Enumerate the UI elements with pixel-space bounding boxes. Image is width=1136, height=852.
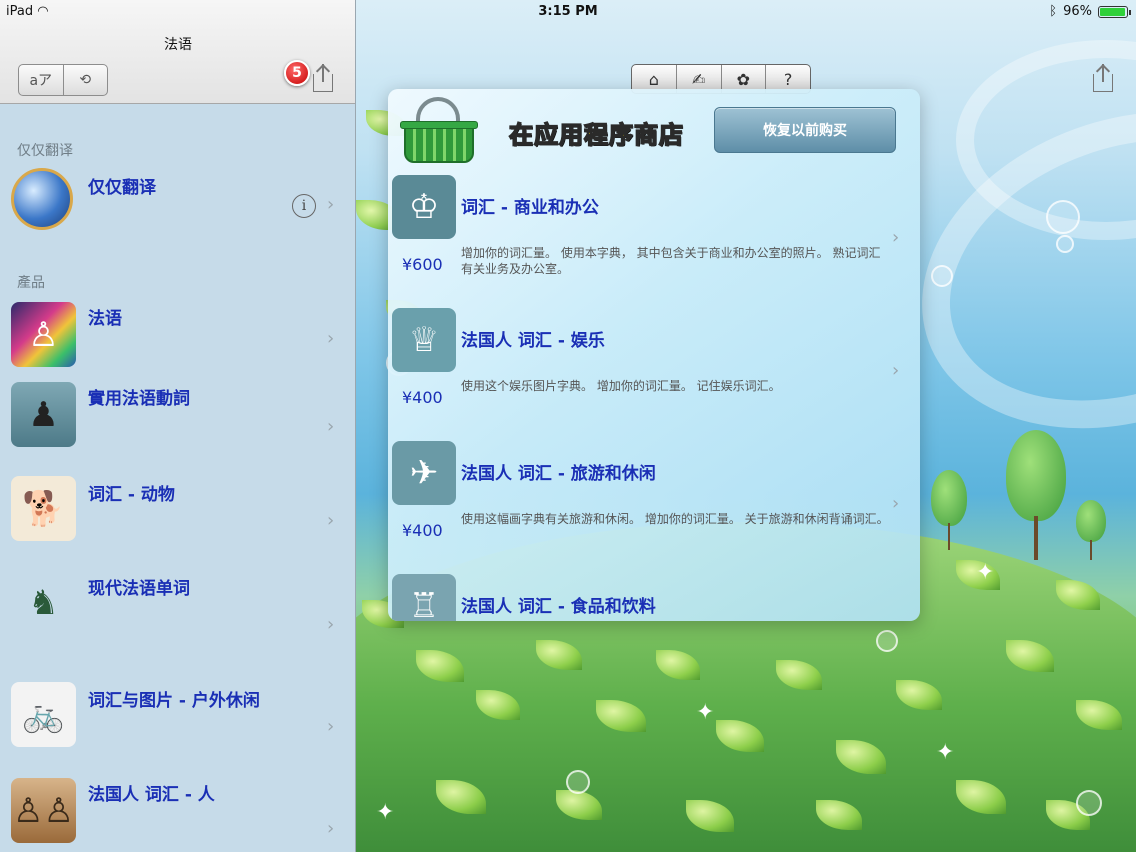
product-price: ¥400 [402, 521, 443, 540]
list-item-label: 词汇与图片 - 户外休闲 [88, 691, 260, 711]
list-item[interactable]: 🐕 词汇 - 动物 › [0, 476, 355, 546]
store-popover: 在应用程序商店 恢复以前购买 ♔ 词汇 - 商业和办公 ¥600 增加你的词汇量… [388, 89, 920, 621]
sparkle: ✦ [936, 740, 955, 765]
frenchman-icon: ♞ [28, 582, 59, 623]
product-price: ¥400 [402, 388, 443, 407]
product-title: 法国人 词汇 - 旅游和休闲 [461, 464, 656, 484]
chevron-right-icon: › [327, 416, 335, 437]
bubble [1076, 790, 1102, 816]
shopping-basket-icon [400, 95, 478, 169]
section-header-translate: 仅仅翻译 [17, 143, 73, 159]
list-item-label: 法语 [88, 309, 122, 329]
product-description: 使用这幅画字典有关旅游和休闲。 增加你的词汇量。 关于旅游和休闲背诵词汇。 [461, 512, 889, 526]
share-icon[interactable] [310, 64, 336, 94]
sparkle: ✦ [376, 800, 395, 825]
chevron-right-icon: › [892, 227, 900, 248]
product-description: 使用这个娱乐图片字典。 增加你的词汇量。 记住娱乐词汇。 [461, 379, 781, 393]
product-row[interactable]: ✈ 法国人 词汇 - 旅游和休闲 ¥400 使用这幅画字典有关旅游和休闲。 增加… [388, 441, 920, 573]
bubble [931, 265, 953, 287]
chevron-right-icon: › [327, 328, 335, 349]
bubble [1056, 235, 1074, 253]
list-item[interactable]: 🚲 词汇与图片 - 户外休闲 › [0, 682, 355, 752]
battery-percent: 96% [1063, 4, 1092, 19]
sidebar: 法语 aア ⟲ 5 仅仅翻译 仅仅翻译 i › 產品 ♙ 法语 › ♟ 實用法语… [0, 0, 356, 852]
section-header-products: 產品 [17, 275, 45, 291]
chevron-right-icon: › [892, 493, 900, 514]
list-item-label: 實用法语動詞 [88, 389, 190, 409]
swap-button[interactable]: ⟲ [62, 65, 108, 95]
lady-reading-icon: ♕ [392, 308, 456, 372]
tree [1076, 500, 1106, 560]
product-row[interactable]: ♕ 法国人 词汇 - 娱乐 ¥400 使用这个娱乐图片字典。 增加你的词汇量。 … [388, 308, 920, 440]
translate-mode-button[interactable]: aア [19, 65, 63, 95]
list-item[interactable]: ♞ 现代法语单词 › [0, 570, 355, 640]
cyclist-icon: 🚲 [11, 682, 76, 747]
tree [931, 470, 967, 550]
bubble [876, 630, 898, 652]
product-row[interactable]: ♔ 词汇 - 商业和办公 ¥600 增加你的词汇量。 使用本字典， 其中包含关于… [388, 175, 920, 307]
office-worker-icon: ♔ [392, 175, 456, 239]
product-title: 词汇 - 商业和办公 [461, 198, 599, 218]
people-icon: ♙♙ [11, 778, 76, 843]
bubble [566, 770, 590, 794]
info-icon[interactable]: i [292, 194, 316, 218]
notification-badge: 5 [284, 60, 310, 86]
sidebar-title: 法语 [164, 37, 192, 53]
product-price: ¥600 [402, 255, 443, 274]
dog-icon: 🐕 [11, 476, 76, 541]
list-item-label: 法国人 词汇 - 人 [88, 785, 215, 805]
list-item[interactable]: ♟ 實用法语動詞 › [0, 382, 355, 452]
chevron-right-icon: › [327, 614, 335, 635]
restore-purchases-button[interactable]: 恢复以前购买 [714, 107, 896, 153]
list-item-label: 词汇 - 动物 [88, 485, 175, 505]
chevron-right-icon: › [327, 818, 335, 839]
product-row[interactable]: ♖ 法国人 词汇 - 食品和饮料 [388, 574, 920, 621]
chevron-right-icon: › [892, 360, 900, 381]
segmented-control: aア ⟲ [18, 64, 108, 96]
product-title: 法国人 词汇 - 食品和饮料 [461, 597, 656, 617]
list-item-label: 仅仅翻译 [88, 178, 156, 198]
rainbow-figure-icon: ♙ [11, 302, 76, 367]
share-icon[interactable] [1090, 64, 1116, 94]
list-item[interactable]: ♙ 法语 › [0, 302, 355, 372]
clock: 3:15 PM [538, 4, 598, 19]
waiter-icon: ♟ [11, 382, 76, 447]
bluetooth-icon: ᛒ [1049, 4, 1058, 19]
chevron-right-icon: › [327, 716, 335, 737]
sparkle: ✦ [976, 560, 995, 585]
battery-icon [1098, 5, 1131, 18]
diner-icon: ♖ [392, 574, 456, 621]
bubble [1046, 200, 1080, 234]
chevron-right-icon: › [327, 194, 335, 215]
traveler-icon: ✈ [392, 441, 456, 505]
product-title: 法国人 词汇 - 娱乐 [461, 331, 605, 351]
product-description: 增加你的词汇量。 使用本字典， 其中包含关于商业和办公室的照片。 熟记词汇有关业… [461, 246, 881, 276]
list-item[interactable]: 仅仅翻译 i › [0, 168, 355, 238]
store-title: 在应用程序商店 [508, 120, 684, 150]
tree [1006, 430, 1066, 560]
list-item[interactable]: ♙♙ 法国人 词汇 - 人 › [0, 778, 355, 848]
chevron-right-icon: › [327, 510, 335, 531]
sparkle: ✦ [696, 700, 715, 725]
status-bar: iPad ◠ 3:15 PM ᛒ 96% [0, 0, 1136, 24]
list-item-label: 现代法语单词 [88, 579, 190, 599]
globe-icon [11, 168, 73, 230]
